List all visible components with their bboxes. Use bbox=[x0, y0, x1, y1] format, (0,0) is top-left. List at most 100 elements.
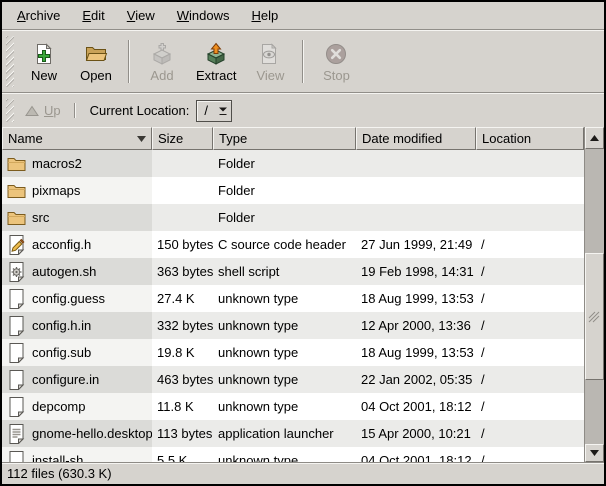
cell-size bbox=[152, 150, 213, 177]
cell-name: configure.in bbox=[2, 366, 152, 393]
cell-date: 18 Aug 1999, 13:53 bbox=[356, 285, 476, 312]
cell-size: 332 bytes bbox=[152, 312, 213, 339]
table-row[interactable]: install-sh5.5 Kunknown type04 Oct 2001, … bbox=[2, 447, 584, 462]
cell-size: 113 bytes bbox=[152, 420, 213, 447]
table-row[interactable]: config.guess27.4 Kunknown type18 Aug 199… bbox=[2, 285, 584, 312]
toolbar-button-new[interactable]: New bbox=[18, 39, 70, 85]
combo-dropdown-icon[interactable] bbox=[215, 101, 231, 121]
cell-size: 11.8 K bbox=[152, 393, 213, 420]
scroll-up-button[interactable] bbox=[585, 127, 604, 149]
file-name: src bbox=[32, 210, 49, 225]
scroll-up-icon bbox=[590, 135, 599, 141]
toolbar-button-add[interactable]: Add bbox=[136, 39, 188, 85]
cell-location: / bbox=[476, 285, 584, 312]
cell-size: 150 bytes bbox=[152, 231, 213, 258]
column-header-label: Size bbox=[158, 131, 183, 146]
scroll-down-icon bbox=[590, 450, 599, 456]
cell-location: / bbox=[476, 258, 584, 285]
menu-archive[interactable]: Archive bbox=[6, 4, 71, 27]
table-row[interactable]: autogen.sh363 bytesshell script19 Feb 19… bbox=[2, 258, 584, 285]
file-list-area: Name Size TypeDate modified Location macros… bbox=[2, 127, 604, 462]
location-combo[interactable]: / bbox=[196, 100, 232, 122]
toolbar-separator bbox=[128, 40, 130, 83]
cell-size bbox=[152, 177, 213, 204]
cell-name: config.h.in bbox=[2, 312, 152, 339]
new-archive-icon bbox=[32, 42, 56, 66]
folder-icon bbox=[7, 183, 26, 198]
up-button[interactable]: Up bbox=[18, 101, 68, 120]
menu-windows[interactable]: Windows bbox=[166, 4, 241, 27]
table-row[interactable]: config.sub19.8 Kunknown type18 Aug 1999,… bbox=[2, 339, 584, 366]
table-row[interactable]: pixmaps Folder bbox=[2, 177, 584, 204]
table-row[interactable]: depcomp11.8 Kunknown type04 Oct 2001, 18… bbox=[2, 393, 584, 420]
file-name: configure.in bbox=[32, 372, 99, 387]
file-name: install-sh bbox=[32, 453, 83, 462]
locationbar-drag-handle[interactable] bbox=[6, 99, 14, 122]
cell-name: depcomp bbox=[2, 393, 152, 420]
status-text: 112 files (630.3 K) bbox=[7, 466, 112, 481]
toolbar-button-open[interactable]: Open bbox=[70, 39, 122, 85]
column-header-date[interactable]: Date modified bbox=[356, 127, 476, 150]
up-label: Up bbox=[44, 103, 61, 118]
table-body: macros2FolderpixmapsFoldersrcFolderaccon… bbox=[2, 150, 584, 462]
cell-location: / bbox=[476, 231, 584, 258]
cell-type: shell script bbox=[213, 258, 356, 285]
menu-help[interactable]: Help bbox=[240, 4, 289, 27]
cell-type: unknown type bbox=[213, 393, 356, 420]
toolbar-label: Open bbox=[80, 69, 112, 82]
table-row[interactable]: config.h.in 332 bytesunknown type12 Apr 2… bbox=[2, 312, 584, 339]
cell-date: 19 Feb 1998, 14:31 bbox=[356, 258, 476, 285]
cell-date: 12 Apr 2000, 13:36 bbox=[356, 312, 476, 339]
table-row[interactable]: configure.in463 bytesunknown type22 Jan … bbox=[2, 366, 584, 393]
sort-descending-icon bbox=[137, 136, 146, 142]
cell-name: macros2 bbox=[2, 150, 152, 177]
file-icon bbox=[8, 289, 25, 309]
cell-location: / bbox=[476, 447, 584, 462]
cell-type: Folder bbox=[213, 150, 356, 177]
scrollbar-thumb[interactable] bbox=[585, 253, 604, 380]
column-header-label: Location bbox=[482, 131, 531, 146]
menu-view[interactable]: View bbox=[116, 4, 166, 27]
stop-icon bbox=[324, 42, 348, 66]
cell-date: 15 Apr 2000, 10:21 bbox=[356, 420, 476, 447]
toolbar-drag-handle[interactable] bbox=[6, 36, 14, 87]
column-header-name[interactable]: Name bbox=[2, 127, 152, 150]
column-header-size[interactable]: Size bbox=[152, 127, 213, 150]
cell-type: Folder bbox=[213, 204, 356, 231]
cell-type: unknown type bbox=[213, 366, 356, 393]
cell-name: autogen.sh bbox=[2, 258, 152, 285]
table-row[interactable]: src Folder bbox=[2, 204, 584, 231]
table-row[interactable]: acconfig.h150 bytesC source code header2… bbox=[2, 231, 584, 258]
menu-bar: ArchiveEditViewWindowsHelp bbox=[2, 2, 604, 29]
cell-type: unknown type bbox=[213, 312, 356, 339]
cell-date: 04 Oct 2001, 18:12 bbox=[356, 447, 476, 462]
folder-icon bbox=[7, 210, 26, 225]
menu-edit[interactable]: Edit bbox=[71, 4, 115, 27]
file-edit-icon bbox=[8, 235, 25, 255]
table-row[interactable]: gnome-hello.desktop113 bytesapplication … bbox=[2, 420, 584, 447]
column-header-loc[interactable]: Location bbox=[476, 127, 584, 150]
toolbar-button-view[interactable]: View bbox=[244, 39, 296, 85]
toolbar-button-stop[interactable]: Stop bbox=[310, 39, 362, 85]
file-name: depcomp bbox=[32, 399, 85, 414]
file-icon bbox=[8, 451, 25, 463]
cell-name: pixmaps bbox=[2, 177, 152, 204]
up-arrow-icon bbox=[25, 105, 39, 117]
scroll-down-button[interactable] bbox=[585, 444, 604, 462]
cell-location: / bbox=[476, 312, 584, 339]
toolbar: New Open Add ExtractView Stop bbox=[2, 31, 604, 92]
cell-location bbox=[476, 150, 584, 177]
toolbar-button-extract[interactable]: Extract bbox=[188, 39, 244, 85]
file-icon bbox=[8, 316, 25, 336]
file-name: gnome-hello.desktop bbox=[32, 426, 152, 441]
cell-date bbox=[356, 150, 476, 177]
column-header-type[interactable]: Type bbox=[213, 127, 356, 150]
vertical-scrollbar[interactable] bbox=[584, 127, 604, 462]
cell-name: gnome-hello.desktop bbox=[2, 420, 152, 447]
table-row[interactable]: macros2 Folder bbox=[2, 150, 584, 177]
toolbar-label: Add bbox=[150, 69, 173, 82]
cell-type: Folder bbox=[213, 177, 356, 204]
scrollbar-trough[interactable] bbox=[585, 149, 604, 444]
file-name: config.h.in bbox=[32, 318, 91, 333]
location-combo-value: / bbox=[197, 101, 215, 121]
